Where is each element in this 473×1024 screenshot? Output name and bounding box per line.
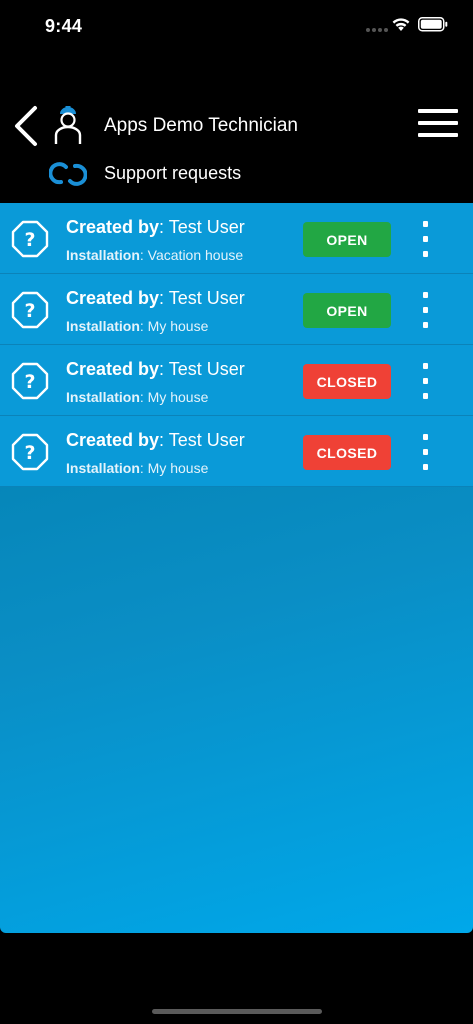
created-by-label: Created by bbox=[66, 288, 160, 308]
question-octagon-icon: ? bbox=[11, 433, 49, 471]
created-by-value: : Test User bbox=[159, 217, 245, 237]
installation-label: Installation bbox=[66, 460, 140, 476]
installation-text: Installation: My house bbox=[66, 460, 208, 476]
installation-label: Installation bbox=[66, 247, 140, 263]
request-row[interactable]: ? Created by: Test User Installation: Va… bbox=[0, 203, 473, 274]
created-by-value: : Test User bbox=[159, 359, 245, 379]
installation-value: : My house bbox=[139, 460, 209, 476]
request-row[interactable]: ? Created by: Test User Installation: My… bbox=[0, 345, 473, 416]
status-bar: 9:44 bbox=[0, 0, 473, 50]
support-requests-panel: ? Created by: Test User Installation: Va… bbox=[0, 203, 473, 933]
technician-avatar-icon bbox=[54, 106, 82, 144]
created-by-text: Created by: Test User bbox=[66, 288, 245, 309]
more-options-button[interactable] bbox=[416, 221, 434, 257]
request-row[interactable]: ? Created by: Test User Installation: My… bbox=[0, 274, 473, 345]
question-octagon-icon: ? bbox=[11, 220, 49, 258]
installation-value: : My house bbox=[139, 389, 209, 405]
status-badge: CLOSED bbox=[303, 364, 391, 399]
installation-value: : My house bbox=[139, 318, 209, 334]
question-octagon-icon: ? bbox=[11, 362, 49, 400]
svg-text:?: ? bbox=[24, 229, 35, 251]
cellular-signal-icon bbox=[366, 28, 388, 32]
status-badge: CLOSED bbox=[303, 435, 391, 470]
status-time: 9:44 bbox=[45, 16, 83, 36]
installation-text: Installation: Vacation house bbox=[66, 247, 243, 263]
back-button[interactable] bbox=[10, 105, 42, 147]
created-by-value: : Test User bbox=[159, 288, 245, 308]
svg-text:?: ? bbox=[24, 300, 35, 322]
more-options-button[interactable] bbox=[416, 292, 434, 328]
status-badge: OPEN bbox=[303, 222, 391, 257]
installation-text: Installation: My house bbox=[66, 318, 208, 334]
created-by-text: Created by: Test User bbox=[66, 359, 245, 380]
home-indicator[interactable] bbox=[152, 1009, 322, 1014]
status-badge: OPEN bbox=[303, 293, 391, 328]
created-by-label: Created by bbox=[66, 217, 160, 237]
created-by-text: Created by: Test User bbox=[66, 430, 245, 451]
svg-text:?: ? bbox=[24, 442, 35, 464]
section-title: Support requests bbox=[104, 163, 242, 183]
hamburger-menu-button[interactable] bbox=[418, 109, 460, 139]
wifi-icon bbox=[392, 18, 410, 31]
svg-text:?: ? bbox=[24, 371, 35, 393]
installation-text: Installation: My house bbox=[66, 389, 208, 405]
request-row[interactable]: ? Created by: Test User Installation: My… bbox=[0, 416, 473, 487]
more-options-button[interactable] bbox=[416, 434, 434, 470]
installation-label: Installation bbox=[66, 318, 140, 334]
app-title: Apps Demo Technician bbox=[104, 115, 298, 136]
created-by-text: Created by: Test User bbox=[66, 217, 245, 238]
created-by-label: Created by bbox=[66, 430, 160, 450]
request-list: ? Created by: Test User Installation: Va… bbox=[0, 203, 473, 487]
installation-value: : Vacation house bbox=[139, 247, 244, 263]
created-by-label: Created by bbox=[66, 359, 160, 379]
question-octagon-icon: ? bbox=[11, 291, 49, 329]
support-link-icon bbox=[49, 162, 87, 186]
installation-label: Installation bbox=[66, 389, 140, 405]
chevron-left-icon bbox=[15, 106, 37, 146]
battery-icon bbox=[418, 17, 448, 32]
created-by-value: : Test User bbox=[159, 430, 245, 450]
app-header: Apps Demo Technician Support requests bbox=[0, 95, 473, 203]
more-options-button[interactable] bbox=[416, 363, 434, 399]
